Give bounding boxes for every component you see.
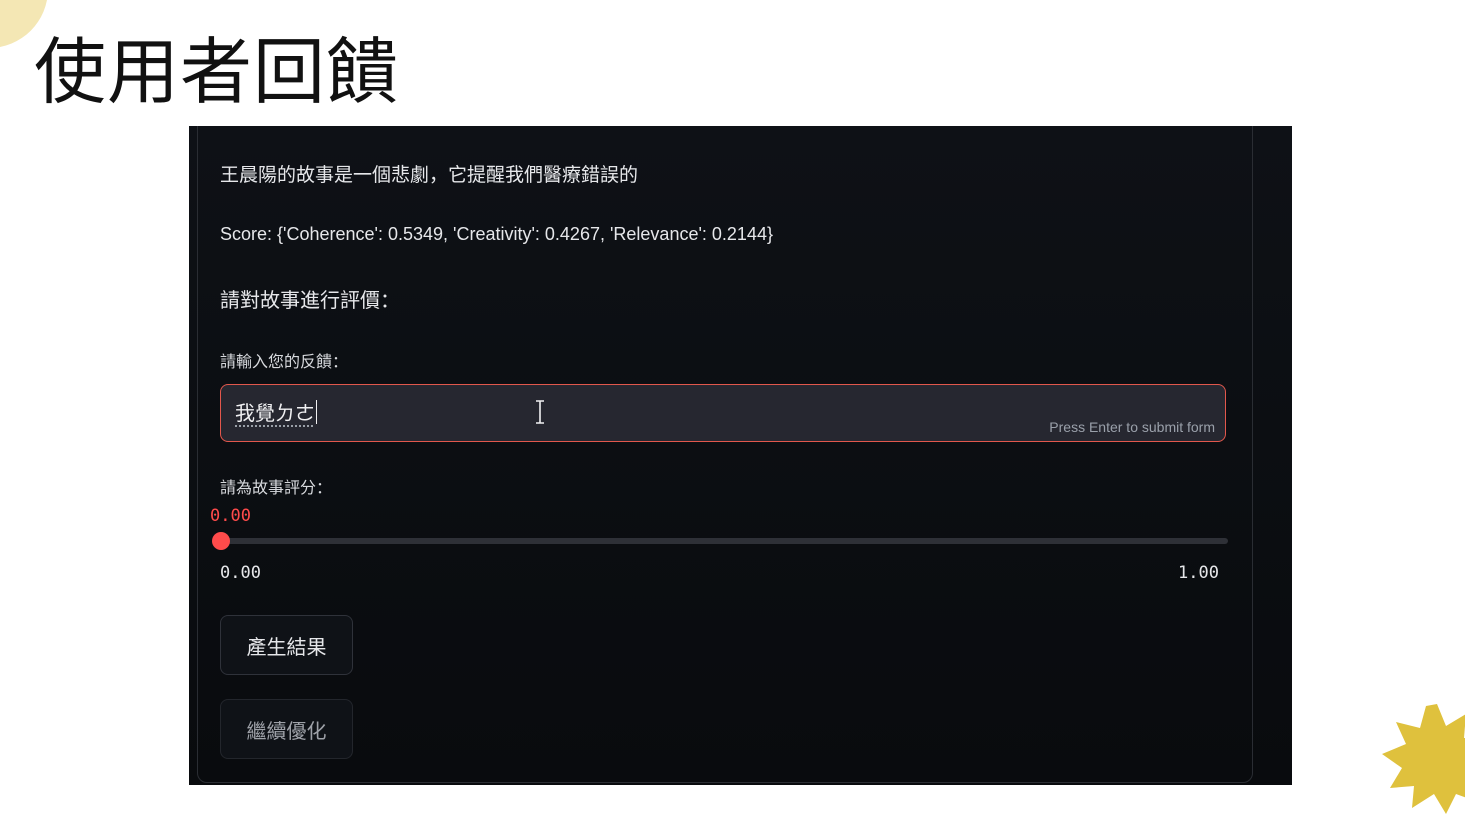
submit-hint: Press Enter to submit form bbox=[1049, 419, 1215, 435]
rating-slider-track[interactable] bbox=[220, 538, 1228, 544]
feedback-input-value: 我覺ㄉㄜ bbox=[235, 400, 317, 425]
slider-current-value: 0.00 bbox=[210, 506, 251, 526]
story-text: 王晨陽的故事是一個悲劇，它提醒我們醫療錯誤的 bbox=[220, 164, 639, 186]
evaluation-heading: 請對故事進行評價： bbox=[220, 288, 400, 312]
app-window: 王晨陽的故事是一個悲劇，它提醒我們醫療錯誤的 Score: {'Coherenc… bbox=[189, 126, 1292, 785]
slider-min-label: 0.00 bbox=[220, 563, 261, 583]
text-caret bbox=[316, 400, 317, 424]
slider-max-label: 1.00 bbox=[1178, 563, 1219, 583]
score-text: Score: {'Coherence': 0.5349, 'Creativity… bbox=[220, 224, 773, 244]
rating-slider-thumb[interactable] bbox=[212, 532, 230, 550]
slide-title: 使用者回饋 bbox=[34, 30, 400, 114]
rating-label: 請為故事評分： bbox=[220, 478, 333, 497]
i-beam-cursor-icon bbox=[536, 400, 544, 424]
continue-optimize-button[interactable]: 繼續優化 bbox=[220, 699, 353, 759]
feedback-label: 請輸入您的反饋： bbox=[220, 352, 349, 371]
feedback-input[interactable]: 我覺ㄉㄜ Press Enter to submit form bbox=[220, 384, 1226, 442]
generate-result-button[interactable]: 產生結果 bbox=[220, 615, 353, 675]
